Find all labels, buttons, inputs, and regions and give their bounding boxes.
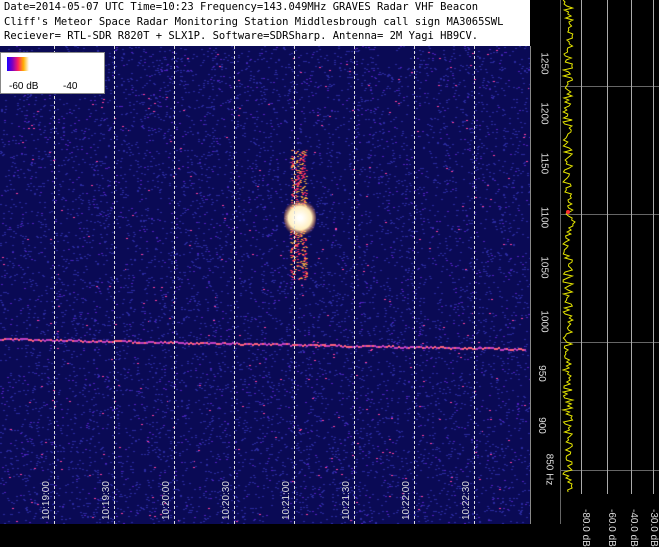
time-label: 10:19:00 bbox=[41, 481, 52, 520]
freq-label: 1000 bbox=[538, 310, 550, 333]
color-scale-gradient bbox=[7, 57, 29, 71]
time-label: 10:20:00 bbox=[161, 481, 172, 520]
time-gridline bbox=[414, 46, 415, 524]
db-label: -60.0 dB bbox=[606, 509, 617, 547]
station-header: Date=2014-05-07 UTC Time=10:23 Frequency… bbox=[0, 0, 530, 46]
color-scale-legend: -60 dB -40 bbox=[0, 52, 105, 94]
time-label: 10:19:30 bbox=[101, 481, 112, 520]
time-gridline bbox=[54, 46, 55, 524]
spectrum-trace bbox=[561, 0, 576, 493]
freq-label: 1200 bbox=[538, 102, 550, 125]
waterfall-display: 10:19:00 10:19:30 10:20:00 10:20:30 10:2… bbox=[0, 0, 530, 524]
time-gridline bbox=[294, 46, 295, 524]
frequency-axis: 1250 1200 1150 1100 1050 1000 950 900 85… bbox=[530, 46, 561, 524]
time-label: 10:21:00 bbox=[281, 481, 292, 520]
time-label: 10:21:30 bbox=[341, 481, 352, 520]
header-line-receiver: Reciever= RTL-SDR R820T + SLX1P. Softwar… bbox=[4, 30, 479, 42]
header-line-date: Date=2014-05-07 UTC Time=10:23 Frequency… bbox=[4, 1, 479, 13]
freq-label: 850 Hz bbox=[543, 453, 555, 486]
db-label: -40.0 dB bbox=[628, 509, 639, 547]
freq-label: 1150 bbox=[538, 152, 550, 175]
time-label: 10:22:00 bbox=[401, 481, 412, 520]
db-label: -30.0 dB bbox=[648, 509, 659, 547]
freq-label: 1250 bbox=[538, 52, 550, 75]
time-gridline bbox=[234, 46, 235, 524]
freq-label: 1100 bbox=[538, 206, 550, 229]
spectrum-peak-marker bbox=[566, 210, 570, 214]
time-label: 10:20:30 bbox=[221, 481, 232, 520]
time-gridline bbox=[354, 46, 355, 524]
freq-label: 950 bbox=[535, 365, 547, 382]
scale-high-label: -40 bbox=[63, 81, 78, 92]
freq-label: 1050 bbox=[538, 256, 550, 279]
time-gridline bbox=[474, 46, 475, 524]
header-line-station: Cliff's Meteor Space Radar Monitoring St… bbox=[4, 15, 504, 28]
scale-low-label: -60 dB bbox=[9, 81, 39, 92]
time-gridline bbox=[114, 46, 115, 524]
spectrum-panel: -80.0 dB -60.0 dB -40.0 dB -30.0 dB bbox=[560, 0, 659, 547]
time-label: 10:22:30 bbox=[461, 481, 472, 520]
db-label: -80.0 dB bbox=[580, 509, 591, 547]
time-gridline bbox=[174, 46, 175, 524]
freq-label: 900 bbox=[535, 417, 547, 434]
